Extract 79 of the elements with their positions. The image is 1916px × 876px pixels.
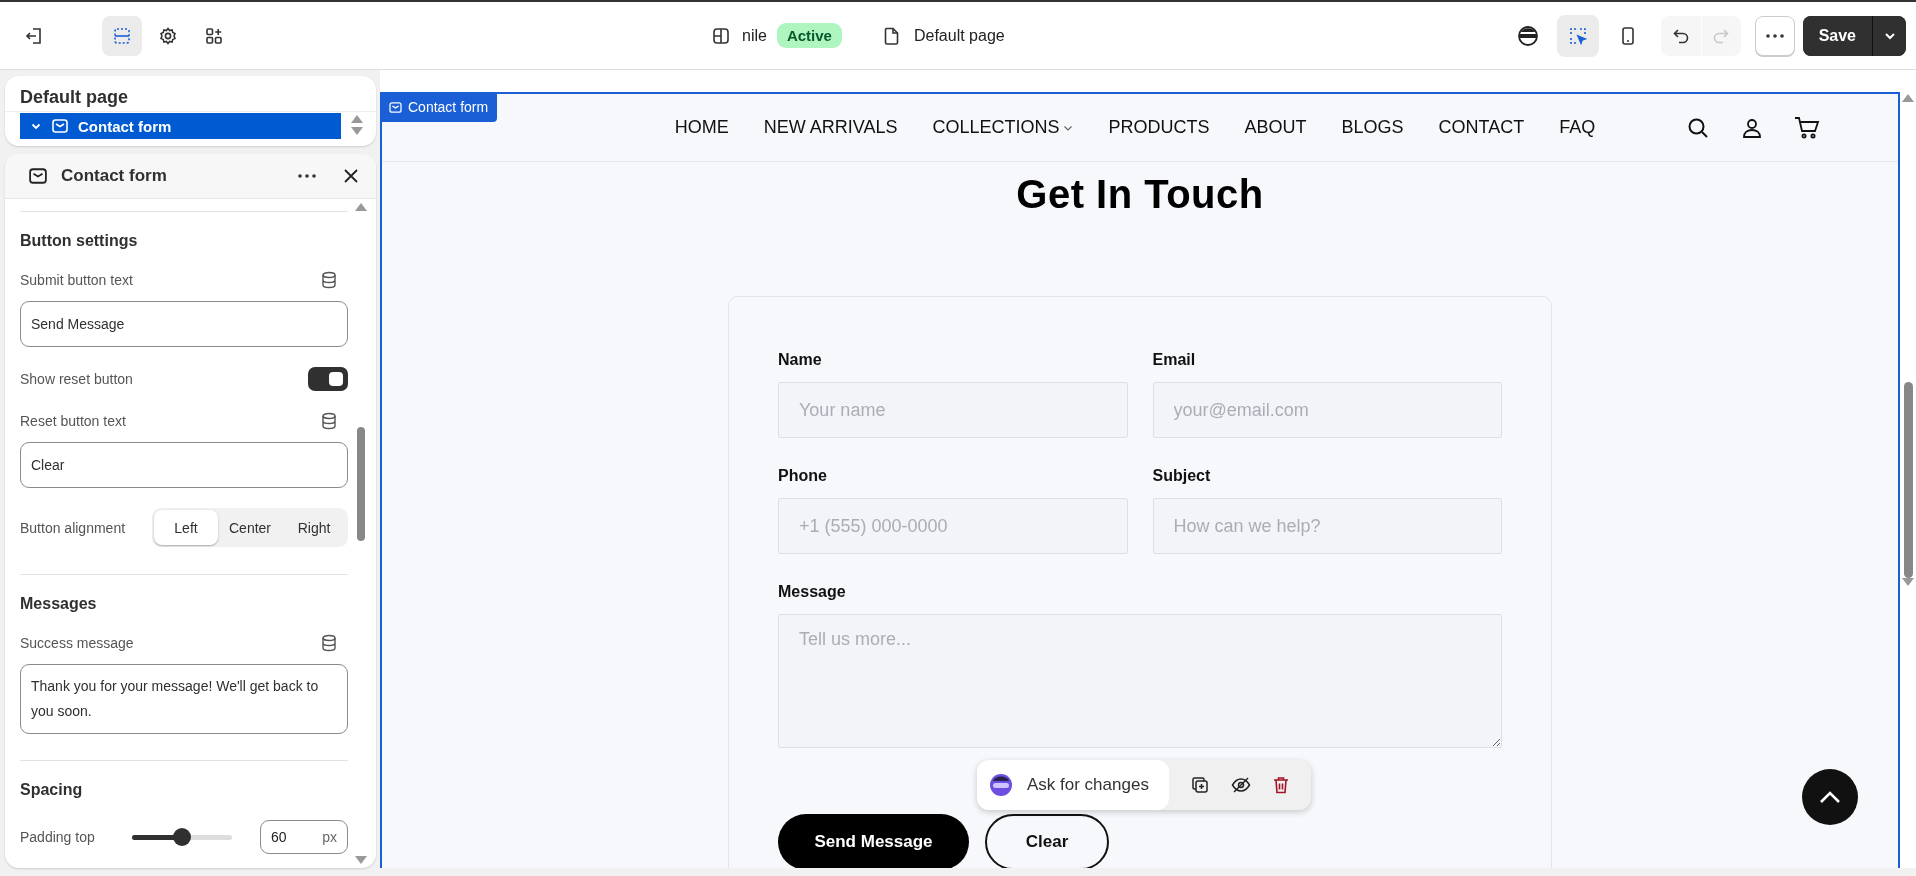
more-icon[interactable] <box>298 174 316 178</box>
add-apps-icon[interactable] <box>204 25 224 46</box>
layout-icon <box>712 26 730 45</box>
input-field[interactable]: How can we help? <box>1152 498 1502 554</box>
input-field[interactable]: +1 (555) 000-0000 <box>778 498 1128 554</box>
nav-link[interactable]: CONTACT <box>1438 117 1525 138</box>
sidebar-title: Default page <box>5 76 376 112</box>
section-title: Spacing <box>20 781 84 799</box>
nav-link[interactable]: PRODUCTS <box>1108 117 1210 138</box>
more-icon[interactable] <box>1765 33 1784 38</box>
database-icon[interactable] <box>321 271 337 289</box>
field-label: Reset button text <box>20 413 126 429</box>
tree-label: Contact form <box>78 117 172 135</box>
segment-option[interactable]: Left <box>154 510 218 545</box>
hide-icon[interactable] <box>1230 776 1251 794</box>
exit-icon[interactable] <box>24 25 44 46</box>
sections-button[interactable] <box>102 15 142 56</box>
toggle-switch[interactable] <box>308 367 348 391</box>
site-name: nile <box>742 26 767 45</box>
close-icon[interactable] <box>344 169 358 183</box>
text-area[interactable]: Thank you for your message! We'll get back to you soon. <box>20 664 348 734</box>
segment-option[interactable]: Right <box>282 510 346 545</box>
sections-icon[interactable] <box>112 25 132 46</box>
scrollbar[interactable] <box>354 203 368 864</box>
settings-icon[interactable] <box>158 25 178 46</box>
input-field[interactable]: Your name <box>778 382 1128 438</box>
cart-icon[interactable] <box>1794 116 1820 140</box>
panel-title: Contact form <box>61 166 168 186</box>
select-icon[interactable] <box>1567 25 1588 46</box>
database-icon[interactable] <box>321 412 337 430</box>
slider[interactable] <box>132 828 233 846</box>
field-label: Padding top <box>20 829 95 845</box>
field-label: Button alignment <box>20 519 126 536</box>
section-title: Button settings <box>20 232 139 250</box>
form-label: Name <box>778 351 823 369</box>
tree-item[interactable]: Contact form <box>20 113 341 139</box>
section-title: Messages <box>20 595 98 613</box>
mail-icon <box>29 168 47 184</box>
chevron-up-icon[interactable] <box>1819 790 1841 804</box>
scroll-to-top-button[interactable] <box>1802 769 1858 825</box>
nav-link[interactable]: COLLECTIONS <box>932 117 1074 138</box>
field-label: Success message <box>20 635 134 651</box>
mail-icon <box>52 119 68 133</box>
masked-head-icon <box>989 773 1013 797</box>
text-field[interactable]: Clear <box>20 442 348 488</box>
page-selector[interactable]: Default page <box>913 26 1005 45</box>
select-tool-button[interactable] <box>1556 14 1599 57</box>
ask-for-changes-button[interactable]: Ask for changes <box>977 760 1169 810</box>
delete-icon[interactable] <box>1272 776 1289 794</box>
form-label: Subject <box>1152 467 1212 485</box>
number-field[interactable]: 60 px <box>260 820 348 854</box>
save-options-button[interactable] <box>1872 15 1906 56</box>
nav-link[interactable]: NEW ARRIVALS <box>763 117 898 138</box>
masked-head-icon[interactable] <box>1516 24 1539 47</box>
input-field[interactable]: your@email.com <box>1152 382 1502 438</box>
page-heading: Get In Touch <box>1016 172 1264 217</box>
user-icon[interactable] <box>1740 116 1764 140</box>
status-badge: Active <box>776 23 842 48</box>
field-label: Show reset button <box>20 371 133 387</box>
nav-link[interactable]: HOME <box>674 117 729 138</box>
segment-option[interactable]: Center <box>218 510 282 545</box>
search-icon[interactable] <box>1686 116 1710 140</box>
message-field[interactable]: Tell us more... <box>778 614 1502 748</box>
form-label: Phone <box>778 467 828 485</box>
duplicate-icon[interactable] <box>1190 776 1209 794</box>
mail-icon <box>389 101 402 113</box>
selection-label[interactable]: Contact form <box>382 94 498 122</box>
submit-button[interactable]: Send Message <box>778 814 969 868</box>
form-label: Message <box>778 583 847 601</box>
nav-link[interactable]: ABOUT <box>1244 117 1307 138</box>
selection-label-text: Contact form <box>408 99 489 115</box>
page-icon <box>883 26 900 45</box>
reset-button[interactable]: Clear <box>985 814 1109 868</box>
field-label: Submit button text <box>20 272 133 288</box>
database-icon[interactable] <box>321 634 337 652</box>
nav-link[interactable]: BLOGS <box>1341 117 1404 138</box>
nav-link[interactable]: FAQ <box>1559 117 1596 138</box>
text-field[interactable]: Send Message <box>20 301 348 347</box>
form-label: Email <box>1152 351 1197 369</box>
